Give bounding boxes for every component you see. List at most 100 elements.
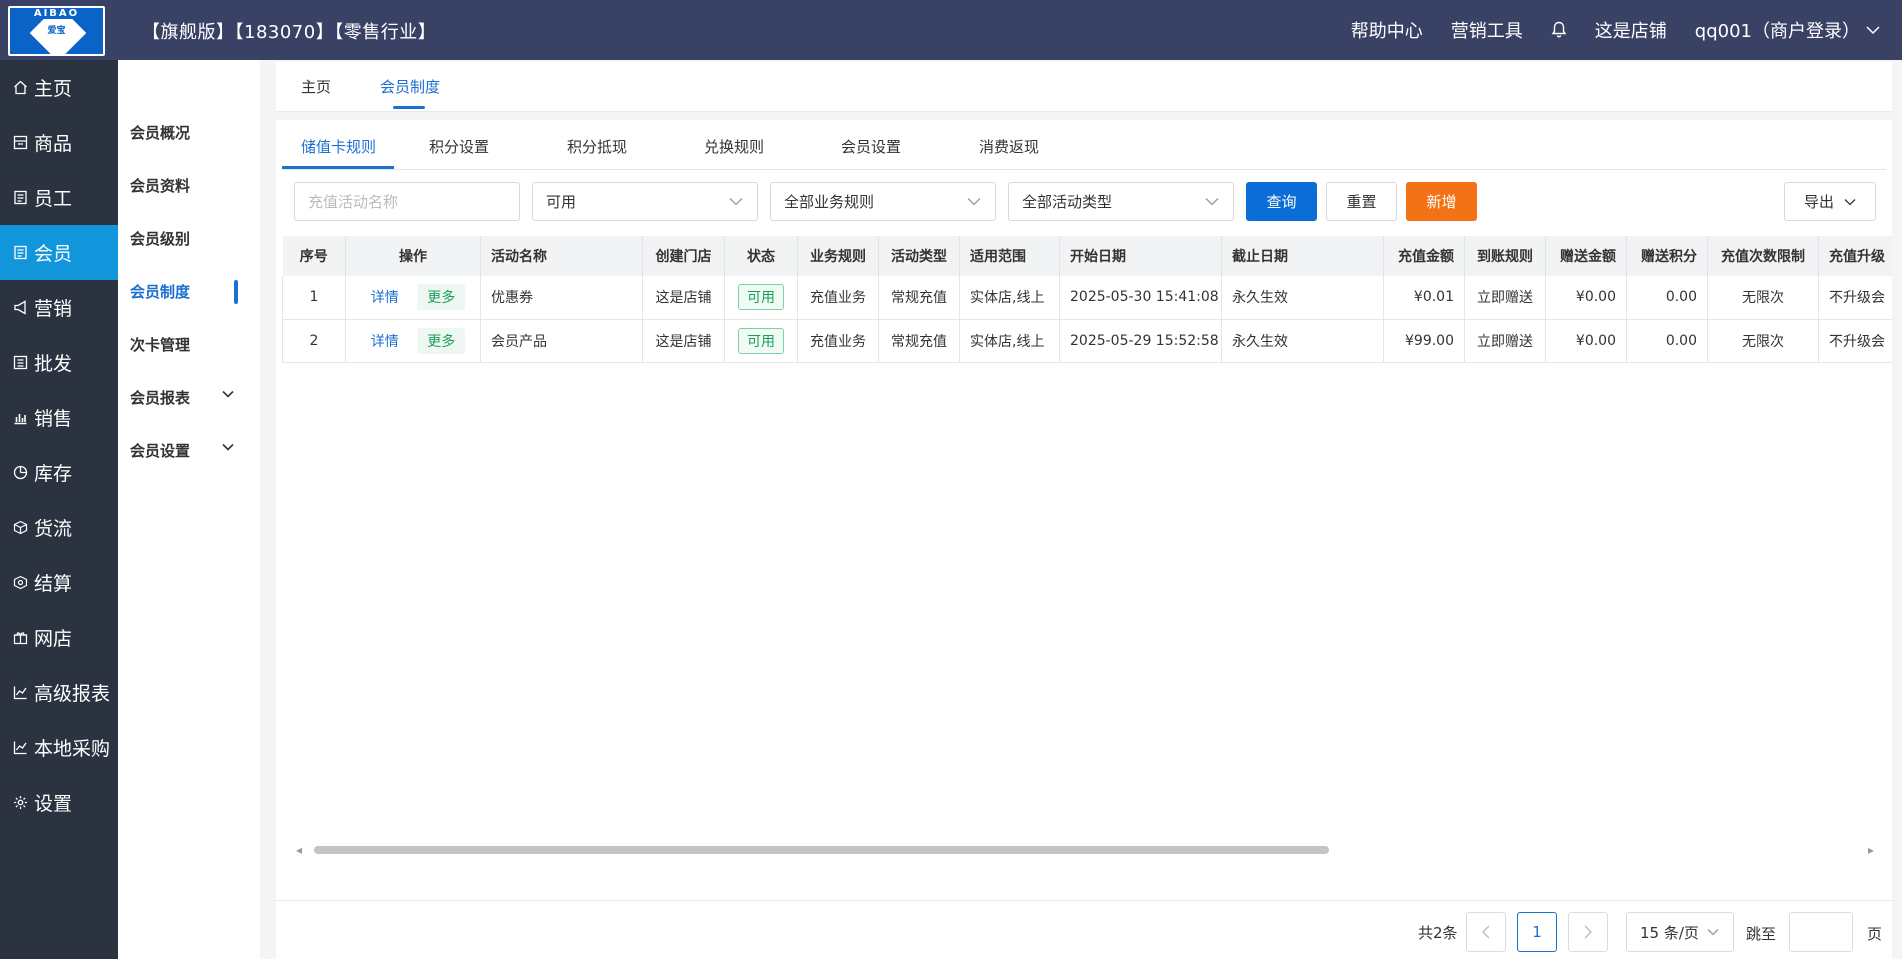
chevron-down-icon — [222, 443, 234, 451]
activity-name-input[interactable]: 充值活动名称 — [294, 182, 520, 221]
goods-icon — [12, 135, 28, 151]
col-header: 充值金额 — [1383, 236, 1465, 276]
scroll-left-icon[interactable]: ◂ — [296, 843, 302, 857]
sidebar-item-marketing[interactable]: 营销 — [0, 280, 118, 335]
col-header: 赠送金额 — [1545, 236, 1627, 276]
cell-limit: 无限次 — [1707, 319, 1819, 363]
gear-icon — [12, 795, 28, 811]
subnav-times-card[interactable]: 次卡管理 — [118, 318, 260, 371]
sidebar-item-settlement[interactable]: 结算 — [0, 555, 118, 610]
page-size-select[interactable]: 15 条/页 — [1626, 912, 1734, 952]
sidebar-item-webstore[interactable]: 网店 — [0, 610, 118, 665]
business-rule-select[interactable]: 全部业务规则 — [770, 182, 996, 221]
sidebar-item-local-purchase[interactable]: 本地采购 — [0, 720, 118, 775]
sidebar-item-label: 库存 — [34, 463, 73, 485]
edition-title: 【旗舰版】【183070】【零售行业】 — [142, 22, 437, 43]
col-header: 操作 — [345, 236, 481, 276]
marketing-tools-link[interactable]: 营销工具 — [1451, 17, 1523, 43]
logo-text: AIBAO — [30, 8, 83, 19]
horizontal-scrollbar[interactable]: ◂ ▸ — [290, 842, 1880, 857]
page-size-value: 15 条/页 — [1640, 923, 1699, 942]
sidebar-item-wholesale[interactable]: 批发 — [0, 335, 118, 390]
cell-upgrade: 不升级会 — [1818, 276, 1892, 320]
more-button[interactable]: 更多 — [417, 327, 466, 354]
cell-type: 常规充值 — [878, 276, 960, 320]
activity-type-select[interactable]: 全部活动类型 — [1008, 182, 1234, 221]
store-name-link[interactable]: 这是店铺 — [1595, 17, 1667, 43]
scrollbar-thumb[interactable] — [314, 846, 1329, 854]
select-value: 全部活动类型 — [1022, 193, 1113, 211]
chevron-down-icon — [1205, 198, 1219, 206]
tab-home[interactable]: 主页 — [301, 76, 331, 97]
cell-scope: 实体店,线上 — [959, 276, 1060, 320]
subnav-member-level[interactable]: 会员级别 — [118, 212, 260, 265]
more-button[interactable]: 更多 — [417, 284, 466, 311]
subnav-member-overview[interactable]: 会员概况 — [118, 106, 260, 159]
col-header: 创建门店 — [642, 236, 725, 276]
sidebar-item-label: 设置 — [34, 793, 73, 815]
next-page-button[interactable] — [1568, 912, 1608, 952]
top-header: AIBAO 爱宝 【旗舰版】【183070】【零售行业】 帮助中心 营销工具 这… — [0, 0, 1902, 60]
tab-exchange-rules[interactable]: 兑换规则 — [704, 136, 764, 157]
sidebar-item-home[interactable]: 主页 — [0, 60, 118, 115]
cell-type: 常规充值 — [878, 319, 960, 363]
sidebar-item-label: 商品 — [34, 133, 73, 155]
sidebar-item-label: 会员 — [34, 243, 73, 265]
tab-points-cash[interactable]: 积分抵现 — [567, 136, 627, 157]
subnav-label: 会员概况 — [130, 124, 191, 142]
detail-button[interactable]: 详情 — [361, 328, 409, 354]
col-header: 业务规则 — [797, 236, 879, 276]
scroll-right-icon[interactable]: ▸ — [1868, 843, 1874, 857]
subnav-label: 会员报表 — [130, 389, 191, 407]
sidebar-item-sales[interactable]: 销售 — [0, 390, 118, 445]
logo-subtext: 爱宝 — [47, 26, 66, 36]
add-button[interactable]: 新增 — [1406, 182, 1477, 221]
sidebar-item-advanced-reports[interactable]: 高级报表 — [0, 665, 118, 720]
subnav-member-policy[interactable]: 会员制度 — [118, 265, 260, 318]
tab-points-settings[interactable]: 积分设置 — [429, 136, 489, 157]
help-center-link[interactable]: 帮助中心 — [1351, 17, 1423, 43]
member-subnav: 会员概况 会员资料 会员级别 会员制度 次卡管理 会员报表 会员设置 — [118, 60, 260, 959]
bell-icon[interactable] — [1551, 21, 1567, 39]
tab-member-policy[interactable]: 会员制度 — [380, 76, 440, 97]
bar-chart-icon — [12, 410, 28, 426]
sidebar-item-staff[interactable]: 员工 — [0, 170, 118, 225]
pagination: 共2条 1 15 条/页 跳至 页 — [276, 912, 1892, 952]
settle-icon — [12, 575, 28, 591]
cell-actions: 详情 更多 — [345, 319, 481, 363]
subnav-member-settings[interactable]: 会员设置 — [118, 424, 260, 477]
active-tab-indicator — [393, 106, 425, 109]
query-button[interactable]: 查询 — [1246, 182, 1317, 221]
jump-page-input[interactable] — [1789, 912, 1853, 952]
sidebar-item-label: 主页 — [34, 78, 73, 100]
status-select[interactable]: 可用 — [532, 182, 758, 221]
sidebar-item-label: 高级报表 — [34, 683, 111, 705]
cell-arrive: 立即赠送 — [1464, 319, 1546, 363]
page-1-button[interactable]: 1 — [1517, 912, 1557, 952]
sidebar-item-label: 货流 — [34, 518, 73, 540]
tab-member-settings[interactable]: 会员设置 — [841, 136, 901, 157]
sidebar-item-settings[interactable]: 设置 — [0, 775, 118, 830]
member-icon — [12, 245, 28, 261]
export-button[interactable]: 导出 — [1784, 182, 1876, 221]
user-menu[interactable]: qq001（商户登录） — [1695, 17, 1880, 43]
subnav-label: 次卡管理 — [130, 336, 191, 354]
tab-stored-value-rules[interactable]: 储值卡规则 — [301, 136, 376, 157]
sidebar-item-inventory[interactable]: 库存 — [0, 445, 118, 500]
detail-button[interactable]: 详情 — [361, 284, 409, 310]
reset-button[interactable]: 重置 — [1326, 182, 1397, 221]
subnav-member-reports[interactable]: 会员报表 — [118, 371, 260, 424]
cell-name: 优惠券 — [480, 276, 643, 320]
prev-page-button[interactable] — [1466, 912, 1506, 952]
cell-gift-points: 0.00 — [1626, 319, 1708, 363]
sidebar-item-logistics[interactable]: 货流 — [0, 500, 118, 555]
aibao-logo[interactable]: AIBAO 爱宝 — [8, 6, 105, 56]
sidebar-item-member[interactable]: 会员 — [0, 225, 118, 280]
tab-cashback[interactable]: 消费返现 — [979, 136, 1039, 157]
cell-status: 可用 — [724, 276, 798, 320]
sidebar-item-goods[interactable]: 商品 — [0, 115, 118, 170]
subnav-member-profile[interactable]: 会员资料 — [118, 159, 260, 212]
select-value: 全部业务规则 — [784, 193, 875, 211]
col-header: 截止日期 — [1221, 236, 1384, 276]
total-count: 共2条 — [1418, 924, 1458, 942]
